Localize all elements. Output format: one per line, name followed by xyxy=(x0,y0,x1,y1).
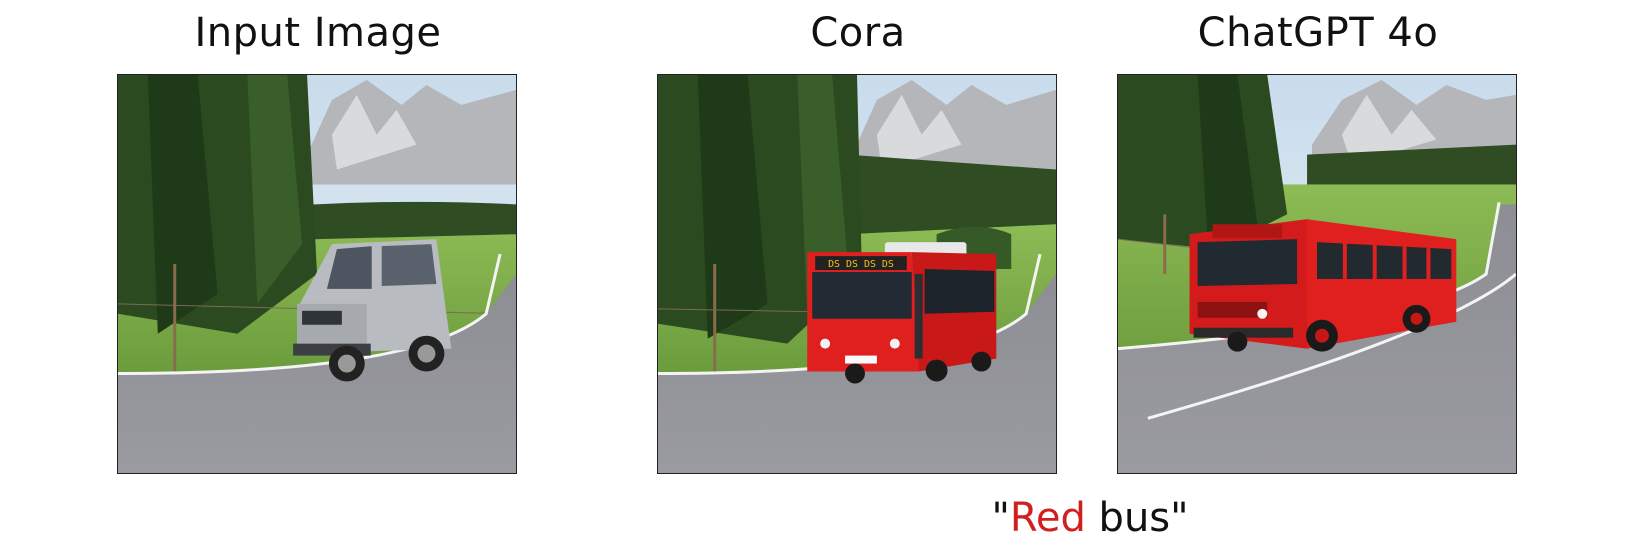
caption-highlight: Red xyxy=(1009,495,1086,541)
cora-title: Cora xyxy=(810,10,906,56)
bus-destination-sign: DS DS DS DS xyxy=(828,259,894,270)
prompt-caption: "Red bus" xyxy=(880,488,1300,548)
chatgpt-panel xyxy=(1117,74,1517,474)
input-image-title: Input Image xyxy=(194,10,442,56)
cora-panel: DS DS DS DS xyxy=(657,74,1057,474)
chatgpt-title: ChatGPT 4o xyxy=(1197,10,1439,56)
input-photo xyxy=(118,75,516,473)
input-image-panel xyxy=(117,74,517,474)
red-city-bus-shape: DS DS DS DS xyxy=(807,242,997,384)
caption-close-quote: " xyxy=(1170,495,1189,541)
caption-rest: bus xyxy=(1085,495,1171,541)
cora-photo: DS DS DS DS xyxy=(658,75,1056,473)
chatgpt-photo xyxy=(1118,75,1516,473)
caption-open-quote: " xyxy=(991,495,1010,541)
red-retro-bus-shape xyxy=(1189,219,1457,352)
